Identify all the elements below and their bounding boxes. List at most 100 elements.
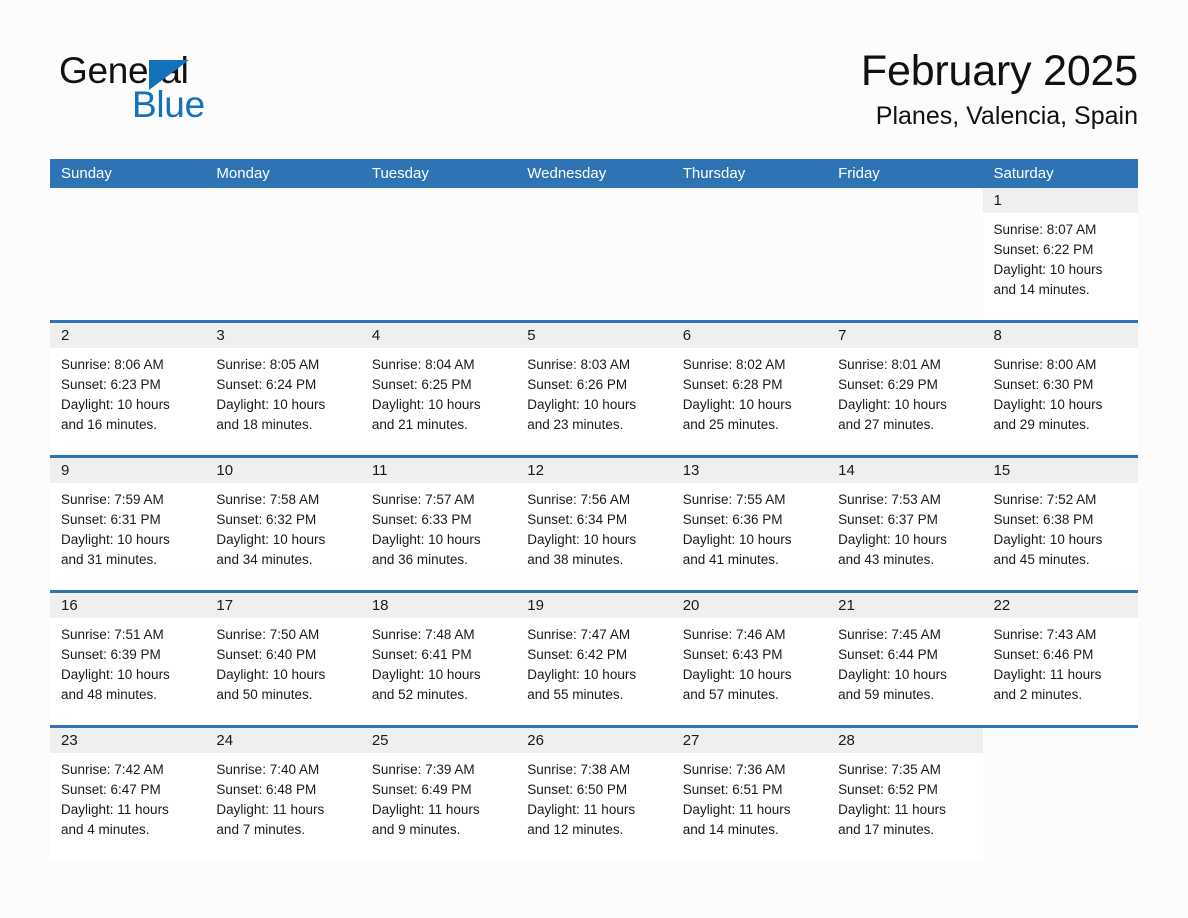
sunrise-text: Sunrise: 7:42 AM [61,762,164,777]
day-number: 24 [216,732,234,749]
calendar-day-cell[interactable]: 7 Sunrise: 8:01 AM Sunset: 6:29 PM Daylight… [827,323,983,455]
calendar-day-cell[interactable]: 24 Sunrise: 7:40 AM Sunset: 6:48 PM Dayligh… [205,728,361,860]
calendar-day-cell[interactable]: 11 Sunrise: 7:57 AM Sunset: 6:33 PM Dayligh… [360,458,517,590]
sunrise-text: Sunrise: 7:43 AM [993,627,1097,642]
day-number-band: 21 [827,593,983,618]
daylight-text: Daylight: 10 hours and 31 minutes. [61,532,170,567]
sunset-text: Sunset: 6:42 PM [527,647,628,662]
calendar-day-cell[interactable]: 26 Sunrise: 7:38 AM Sunset: 6:50 PM Dayligh… [516,728,672,860]
location-subtitle: Planes, Valencia, Spain [875,102,1138,131]
calendar-day-cell[interactable]: 25 Sunrise: 7:39 AM Sunset: 6:49 PM Dayligh… [360,728,517,860]
sunset-text: Sunset: 6:51 PM [682,782,783,797]
day-number-band: 6 [671,323,828,348]
calendar-day-cell[interactable]: 9 Sunrise: 7:59 AM Sunset: 6:31 PM Daylight… [50,458,206,590]
calendar-day-cell[interactable]: 17 Sunrise: 7:50 AM Sunset: 6:40 PM Dayligh… [205,593,361,725]
day-number-band: 16 [50,593,206,618]
calendar-day-cell[interactable]: 23 Sunrise: 7:42 AM Sunset: 6:47 PM Dayligh… [50,728,206,860]
calendar-day-cell[interactable]: 8 Sunrise: 8:00 AM Sunset: 6:30 PM Daylight… [982,323,1138,455]
sunrise-text: Sunrise: 8:02 AM [682,357,786,372]
day-details: Sunrise: 7:40 AM Sunset: 6:48 PM Daylight:… [205,753,360,850]
calendar-empty-cell [672,188,827,320]
day-details: Sunrise: 8:00 AM Sunset: 6:30 PM Daylight:… [983,348,1138,445]
calendar-day-cell[interactable]: 20 Sunrise: 7:46 AM Sunset: 6:43 PM Dayligh… [671,593,828,725]
daylight-text: Daylight: 11 hours and 4 minutes. [61,802,169,837]
calendar-day-cell[interactable]: 28 Sunrise: 7:35 AM Sunset: 6:52 PM Dayligh… [827,728,983,860]
daylight-text: Daylight: 11 hours and 17 minutes. [838,802,946,837]
calendar-day-cell[interactable]: 4 Sunrise: 8:04 AM Sunset: 6:25 PM Daylight… [360,323,517,455]
calendar-day-cell[interactable]: 15 Sunrise: 7:52 AM Sunset: 6:38 PM Dayligh… [982,458,1138,590]
calendar-day-cell[interactable]: 2 Sunrise: 8:06 AM Sunset: 6:23 PM Daylight… [50,323,206,455]
calendar-day-cell[interactable]: 6 Sunrise: 8:02 AM Sunset: 6:28 PM Daylight… [671,323,828,455]
daylight-text: Daylight: 11 hours and 7 minutes. [216,802,325,837]
sunrise-text: Sunrise: 8:03 AM [527,357,631,372]
daylight-text: Daylight: 10 hours and 29 minutes. [993,397,1103,432]
weekday-header-wednesday: Wednesday [527,165,607,182]
sunrise-text: Sunrise: 7:57 AM [371,492,475,507]
sunrise-text: Sunrise: 7:45 AM [838,627,941,642]
day-details: Sunrise: 7:48 AM Sunset: 6:41 PM Daylight:… [361,618,516,715]
sunset-text: Sunset: 6:47 PM [61,782,161,797]
calendar-day-cell[interactable]: 16 Sunrise: 7:51 AM Sunset: 6:39 PM Dayligh… [50,593,206,725]
daylight-text: Daylight: 10 hours and 41 minutes. [682,532,792,567]
calendar-day-cell[interactable]: 1 Sunrise: 8:07 AM Sunset: 6:22 PM Daylight… [982,188,1138,320]
title-block: February 2025 Planes, Valencia, Spain [861,47,1138,131]
day-number-band: 26 [516,728,672,753]
daylight-text: Daylight: 11 hours and 9 minutes. [371,802,480,837]
sunset-text: Sunset: 6:39 PM [61,647,161,662]
sunrise-text: Sunrise: 7:51 AM [61,627,164,642]
day-number-band: 25 [360,728,517,753]
calendar-day-cell[interactable]: 10 Sunrise: 7:58 AM Sunset: 6:32 PM Dayligh… [205,458,361,590]
day-number-band: 18 [360,593,517,618]
day-details: Sunrise: 7:52 AM Sunset: 6:38 PM Daylight:… [983,483,1138,580]
sunset-text: Sunset: 6:31 PM [61,512,161,527]
daylight-text: Daylight: 10 hours and 52 minutes. [371,667,481,702]
daylight-text: Daylight: 11 hours and 2 minutes. [993,667,1102,702]
day-number-band: 4 [360,323,517,348]
day-details: Sunrise: 8:07 AM Sunset: 6:22 PM Daylight:… [983,213,1138,310]
day-number: 17 [216,597,234,614]
day-details: Sunrise: 8:05 AM Sunset: 6:24 PM Daylight:… [205,348,360,445]
day-number: 19 [527,597,544,614]
day-number-band: 24 [205,728,361,753]
daylight-text: Daylight: 10 hours and 23 minutes. [527,397,637,432]
day-number-band: 1 [982,188,1138,213]
calendar-day-cell[interactable]: 12 Sunrise: 7:56 AM Sunset: 6:34 PM Dayligh… [516,458,672,590]
sunrise-text: Sunrise: 7:35 AM [838,762,941,777]
calendar-day-cell[interactable]: 21 Sunrise: 7:45 AM Sunset: 6:44 PM Dayligh… [827,593,983,725]
day-number: 3 [216,327,225,344]
day-details: Sunrise: 8:01 AM Sunset: 6:29 PM Daylight:… [827,348,982,445]
sunset-text: Sunset: 6:25 PM [371,377,472,392]
sunrise-text: Sunrise: 8:05 AM [216,357,320,372]
day-number: 15 [993,462,1011,479]
calendar-empty-cell [361,188,516,320]
calendar-day-cell[interactable]: 27 Sunrise: 7:36 AM Sunset: 6:51 PM Dayligh… [671,728,828,860]
day-number-band: 12 [516,458,672,483]
daylight-text: Daylight: 10 hours and 55 minutes. [527,667,637,702]
sunrise-text: Sunrise: 7:52 AM [993,492,1097,507]
general-blue-logo: General Blue [59,52,319,132]
calendar-day-cell[interactable]: 13 Sunrise: 7:55 AM Sunset: 6:36 PM Dayligh… [671,458,828,590]
day-details: Sunrise: 8:06 AM Sunset: 6:23 PM Daylight:… [50,348,205,445]
day-number-band [827,188,982,213]
calendar-day-cell[interactable]: 14 Sunrise: 7:53 AM Sunset: 6:37 PM Dayligh… [827,458,983,590]
calendar-week-row: 2 Sunrise: 8:06 AM Sunset: 6:23 PM Daylight… [50,320,1138,455]
day-number-band: 22 [982,593,1138,618]
sunset-text: Sunset: 6:23 PM [61,377,161,392]
calendar-empty-cell [516,188,671,320]
sunset-text: Sunset: 6:22 PM [993,242,1094,257]
calendar-day-cell[interactable]: 18 Sunrise: 7:48 AM Sunset: 6:41 PM Dayligh… [360,593,517,725]
daylight-text: Daylight: 11 hours and 12 minutes. [527,802,636,837]
calendar-day-cell[interactable]: 22 Sunrise: 7:43 AM Sunset: 6:46 PM Dayligh… [982,593,1138,725]
sunrise-text: Sunrise: 7:36 AM [682,762,786,777]
calendar-grid: Sunday Monday Tuesday Wednesday Thursday… [50,159,1138,860]
calendar-day-cell[interactable]: 5 Sunrise: 8:03 AM Sunset: 6:26 PM Daylight… [516,323,672,455]
calendar-day-cell[interactable]: 3 Sunrise: 8:05 AM Sunset: 6:24 PM Daylight… [205,323,361,455]
calendar-day-cell[interactable]: 19 Sunrise: 7:47 AM Sunset: 6:42 PM Dayligh… [516,593,672,725]
day-number-band: 10 [205,458,361,483]
calendar-empty-cell [827,188,982,320]
daylight-text: Daylight: 10 hours and 21 minutes. [371,397,481,432]
day-details: Sunrise: 8:03 AM Sunset: 6:26 PM Daylight:… [516,348,671,445]
day-number: 5 [527,327,536,344]
daylight-text: Daylight: 10 hours and 36 minutes. [371,532,481,567]
day-details: Sunrise: 7:57 AM Sunset: 6:33 PM Daylight:… [361,483,516,580]
